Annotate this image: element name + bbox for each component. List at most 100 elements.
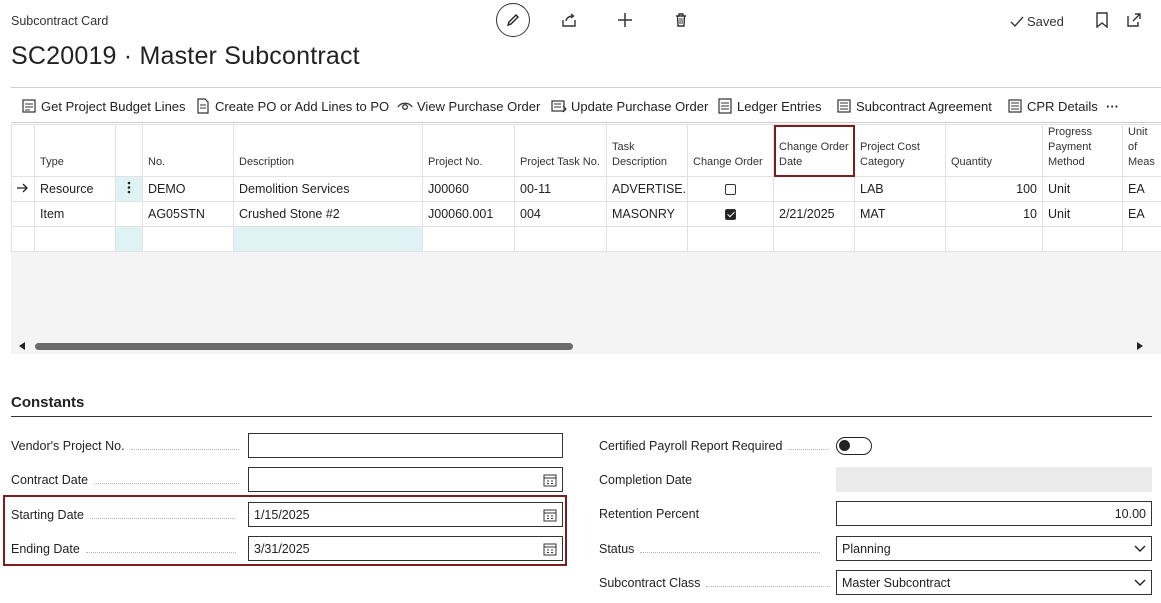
ledger-entries-button[interactable]: Ledger Entries: [717, 88, 822, 124]
chevron-down-icon: [1134, 579, 1146, 586]
cell-unit-of-measure[interactable]: EA: [1122, 201, 1161, 227]
retention-percent-label: Retention Percent: [599, 507, 700, 521]
table-row[interactable]: Item AG05STN Crushed Stone #2 J00060.001…: [11, 201, 1161, 227]
cell-quantity[interactable]: 10: [945, 201, 1043, 227]
status-select[interactable]: Planning: [836, 536, 1152, 561]
cell-description[interactable]: Demolition Services: [233, 176, 423, 202]
create-po-icon: [197, 98, 209, 114]
more-actions-button[interactable]: ···: [1106, 88, 1119, 124]
cell-project-task-no[interactable]: 004: [514, 201, 607, 227]
status-label: Status: [599, 542, 821, 556]
col-header-progress-payment-method[interactable]: Progress Payment Method: [1042, 124, 1123, 177]
share-icon[interactable]: [559, 10, 579, 30]
calendar-icon: [543, 509, 557, 521]
col-header-task-description[interactable]: Task Description: [606, 124, 688, 177]
ledger-icon: [718, 98, 732, 114]
completion-date-field: [836, 467, 1152, 492]
subcontract-class-label: Subcontract Class: [599, 576, 831, 590]
update-purchase-order-button[interactable]: Update Purchase Order: [551, 88, 708, 124]
cell-progress-payment-method[interactable]: Unit: [1042, 176, 1123, 202]
cpr-required-label: Certified Payroll Report Required: [599, 439, 829, 453]
saved-label: Saved: [1027, 14, 1064, 29]
col-header-project-cost-category[interactable]: Project Cost Category: [854, 124, 946, 177]
scroll-right-icon: [1137, 342, 1143, 350]
cell-type[interactable]: Item: [34, 201, 116, 227]
cell-task-description[interactable]: MASONRY: [606, 201, 688, 227]
col-header-description[interactable]: Description: [233, 124, 423, 177]
update-order-icon: [551, 100, 567, 113]
cell-progress-payment-method[interactable]: Unit: [1042, 201, 1123, 227]
cpr-details-button[interactable]: CPR Details: [1007, 88, 1098, 124]
col-header-change-order-date[interactable]: Change Order Date: [773, 124, 855, 177]
scroll-left-icon: [19, 342, 25, 350]
cpr-icon: [1008, 99, 1022, 113]
ending-date-field[interactable]: 3/31/2025: [248, 536, 563, 561]
lines-table: Type No. Description Project No. Project…: [11, 124, 1161, 252]
row-indicator-header: [11, 124, 35, 177]
subcontract-lines: Type No. Description Project No. Project…: [11, 124, 1161, 354]
cell-change-order-date[interactable]: 2/21/2025: [773, 201, 855, 227]
vendor-project-no-field[interactable]: [248, 433, 563, 458]
subcontract-agreement-button[interactable]: Subcontract Agreement: [836, 88, 992, 124]
change-order-checkbox[interactable]: [725, 184, 736, 196]
starting-date-field[interactable]: 1/15/2025: [248, 502, 563, 527]
col-header-no[interactable]: No.: [142, 124, 234, 177]
section-divider: [11, 416, 1152, 417]
col-header-type[interactable]: Type: [34, 124, 116, 177]
row-menu-icon[interactable]: [115, 176, 143, 202]
cell-change-order-date[interactable]: [773, 176, 855, 202]
new-line-row[interactable]: [11, 226, 1161, 252]
cell-description[interactable]: Crushed Stone #2: [233, 201, 423, 227]
cell-task-description[interactable]: ADVERTISE...: [606, 176, 688, 202]
cell-project-cost-category[interactable]: MAT: [854, 201, 946, 227]
view-purchase-order-button[interactable]: View Purchase Order: [397, 88, 540, 124]
open-new-window-icon[interactable]: [1124, 10, 1144, 30]
budget-lines-icon: [22, 99, 36, 113]
section-title-constants[interactable]: Constants: [11, 394, 84, 411]
current-row-arrow-icon: [11, 176, 35, 202]
get-project-budget-lines-button[interactable]: Get Project Budget Lines: [21, 88, 186, 124]
row-indicator: [11, 201, 35, 227]
retention-percent-field[interactable]: 10.00: [836, 501, 1152, 526]
col-header-project-no[interactable]: Project No.: [422, 124, 515, 177]
cell-unit-of-measure[interactable]: EA: [1122, 176, 1161, 202]
cell-project-task-no[interactable]: 00-11: [514, 176, 607, 202]
cell-change-order[interactable]: [687, 176, 774, 202]
cell-quantity[interactable]: 100: [945, 176, 1043, 202]
cell-project-cost-category[interactable]: LAB: [854, 176, 946, 202]
calendar-icon: [543, 474, 557, 486]
table-header-row: Type No. Description Project No. Project…: [11, 124, 1161, 177]
page-title: SC20019 · Master Subcontract: [11, 42, 360, 70]
edit-icon[interactable]: [496, 3, 530, 37]
delete-icon[interactable]: [671, 10, 691, 30]
cell-no[interactable]: DEMO: [142, 176, 234, 202]
col-header-unit-of-measure[interactable]: Unit of Meas: [1122, 124, 1161, 177]
view-eye-icon: [397, 102, 413, 110]
col-header-change-order[interactable]: Change Order: [687, 124, 774, 177]
create-po-button[interactable]: Create PO or Add Lines to PO: [195, 88, 389, 124]
more-icon: ···: [1106, 98, 1119, 114]
cell-change-order[interactable]: [687, 201, 774, 227]
col-header-project-task-no[interactable]: Project Task No.: [514, 124, 607, 177]
col-header-quantity[interactable]: Quantity: [945, 124, 1043, 177]
bookmark-icon[interactable]: [1093, 10, 1111, 30]
cell-project-no[interactable]: J00060: [422, 176, 515, 202]
row-menu-cell[interactable]: [115, 201, 143, 227]
cell-type[interactable]: Resource: [34, 176, 116, 202]
subcontract-class-select[interactable]: Master Subcontract: [836, 570, 1152, 595]
change-order-checkbox[interactable]: [725, 209, 736, 221]
agreement-icon: [837, 99, 851, 113]
new-icon[interactable]: [615, 10, 635, 30]
horizontal-scrollbar[interactable]: [11, 338, 1161, 354]
ending-date-label: Ending Date: [11, 542, 236, 556]
scrollbar-thumb[interactable]: [35, 343, 573, 350]
cpr-required-toggle[interactable]: [836, 437, 872, 455]
lines-action-bar: Get Project Budget Lines Create PO or Ad…: [11, 87, 1161, 123]
table-row[interactable]: Resource DEMO Demolition Services J00060…: [11, 176, 1161, 202]
row-menu-header: [115, 124, 143, 177]
contract-date-field[interactable]: [248, 467, 563, 492]
cell-project-no[interactable]: J00060.001: [422, 201, 515, 227]
cell-no[interactable]: AG05STN: [142, 201, 234, 227]
chevron-down-icon: [1134, 545, 1146, 552]
vendor-project-no-label: Vendor's Project No.: [11, 439, 239, 453]
